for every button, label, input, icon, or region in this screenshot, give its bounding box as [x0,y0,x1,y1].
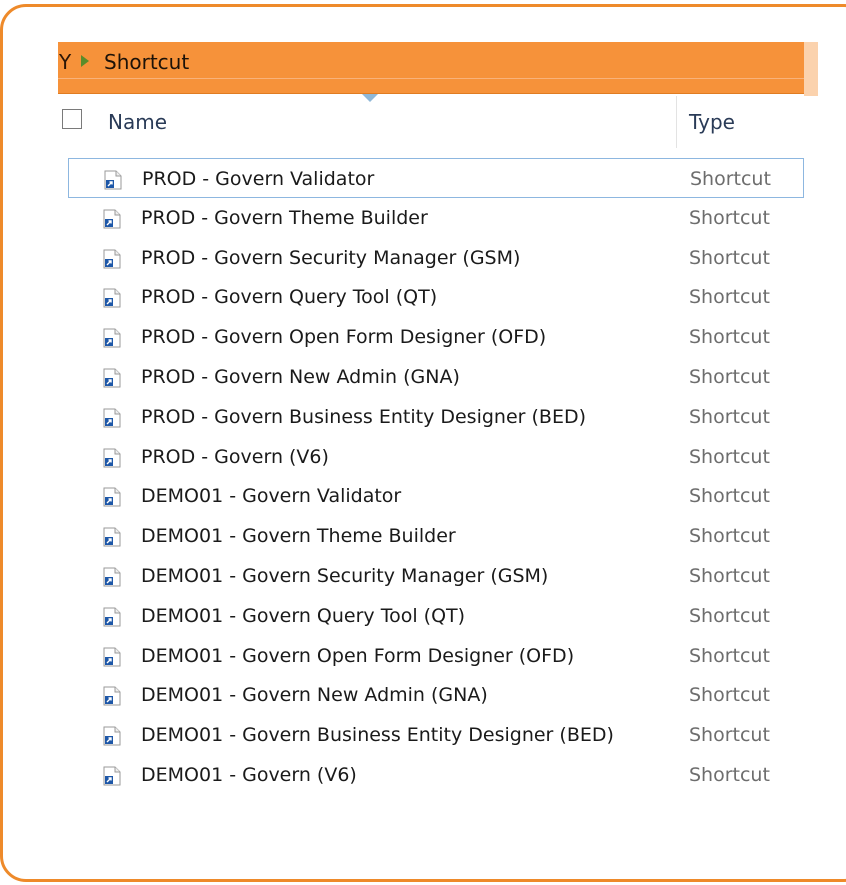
file-name: PROD - Govern Query Tool (QT) [141,286,438,309]
file-name: DEMO01 - Govern (V6) [141,763,357,786]
shortcut-file-icon [103,249,121,269]
file-row[interactable]: DEMO01 - Govern Query Tool (QT) Shortcut [68,596,804,636]
file-name: DEMO01 - Govern New Admin (GNA) [141,684,488,707]
file-row[interactable]: DEMO01 - Govern Security Manager (GSM) Sh… [68,556,804,596]
file-type: Shortcut [689,365,770,388]
shortcut-file-icon [103,408,121,428]
file-type: Shortcut [689,604,770,627]
file-name: DEMO01 - Govern Validator [141,485,402,508]
shortcut-file-icon [103,766,121,786]
file-name: DEMO01 - Govern Query Tool (QT) [141,604,466,627]
select-all-checkbox[interactable] [62,109,82,129]
shortcut-file-icon [103,448,121,468]
breadcrumb-edge [804,42,818,96]
file-row[interactable]: PROD - Govern Theme Builder Shortcut [68,198,804,238]
file-name: PROD - Govern Business Entity Designer (… [141,405,586,428]
file-row[interactable]: DEMO01 - Govern Open Form Designer (OFD)… [68,636,804,676]
file-type: Shortcut [689,445,770,468]
file-row[interactable]: PROD - Govern Query Tool (QT) Shortcut [68,277,804,317]
column-header-row: Name Type [58,96,818,148]
shortcut-file-icon [103,686,121,706]
column-divider[interactable] [676,96,677,148]
file-row[interactable]: DEMO01 - Govern Theme Builder Shortcut [68,516,804,556]
file-row[interactable]: DEMO01 - Govern Business Entity Designer… [68,715,804,755]
file-list: PROD - Govern Validator Shortcut PROD - Go… [68,158,804,795]
file-type: Shortcut [689,206,770,229]
breadcrumb-chevron-right-icon[interactable] [81,55,89,67]
shortcut-file-icon [103,527,121,547]
file-name: DEMO01 - Govern Business Entity Designer… [141,724,614,747]
file-name: PROD - Govern Theme Builder [141,206,428,229]
file-type: Shortcut [689,405,770,428]
breadcrumb: Y Shortcut [58,42,804,94]
file-type: Shortcut [690,168,771,190]
file-row[interactable]: PROD - Govern Validator Shortcut [68,158,804,198]
shortcut-file-icon [103,487,121,507]
file-row[interactable]: PROD - Govern New Admin (GNA) Shortcut [68,357,804,397]
file-row[interactable]: PROD - Govern Business Entity Designer (… [68,397,804,437]
file-name: PROD - Govern Validator [142,168,375,190]
shortcut-file-icon [103,607,121,627]
shortcut-file-icon [103,328,121,348]
file-type: Shortcut [689,724,770,747]
shortcut-file-icon [103,726,121,746]
file-row[interactable]: DEMO01 - Govern Validator Shortcut [68,476,804,516]
file-type: Shortcut [689,684,770,707]
column-header-type[interactable]: Type [689,110,735,134]
file-row[interactable]: DEMO01 - Govern New Admin (GNA) Shortcut [68,675,804,715]
file-row[interactable]: PROD - Govern (V6) Shortcut [68,437,804,477]
file-type: Shortcut [689,525,770,548]
shortcut-file-icon [103,288,121,308]
file-type: Shortcut [689,644,770,667]
file-name: DEMO01 - Govern Theme Builder [141,525,456,548]
file-row[interactable]: PROD - Govern Security Manager (GSM) Shor… [68,238,804,278]
file-type: Shortcut [689,246,770,269]
breadcrumb-item-current[interactable]: Shortcut [104,50,189,74]
shortcut-file-icon [104,170,122,190]
file-row[interactable]: DEMO01 - Govern (V6) Shortcut [68,755,804,795]
shortcut-file-icon [103,647,121,667]
file-name: DEMO01 - Govern Security Manager (GSM) [141,564,549,587]
file-name: DEMO01 - Govern Open Form Designer (OFD) [141,644,575,667]
file-name: PROD - Govern Open Form Designer (OFD) [141,326,547,349]
file-row[interactable]: PROD - Govern Open Form Designer (OFD) Sh… [68,317,804,357]
breadcrumb-rule [58,78,804,79]
column-header-name[interactable]: Name [108,110,167,134]
file-type: Shortcut [689,763,770,786]
file-type: Shortcut [689,326,770,349]
shortcut-file-icon [103,368,121,388]
file-type: Shortcut [689,564,770,587]
file-name: PROD - Govern New Admin (GNA) [141,365,460,388]
file-name: PROD - Govern (V6) [141,445,329,468]
breadcrumb-item-previous[interactable]: Y [59,50,71,74]
file-name: PROD - Govern Security Manager (GSM) [141,246,521,269]
file-type: Shortcut [689,485,770,508]
shortcut-file-icon [103,567,121,587]
file-type: Shortcut [689,286,770,309]
shortcut-file-icon [103,209,121,229]
